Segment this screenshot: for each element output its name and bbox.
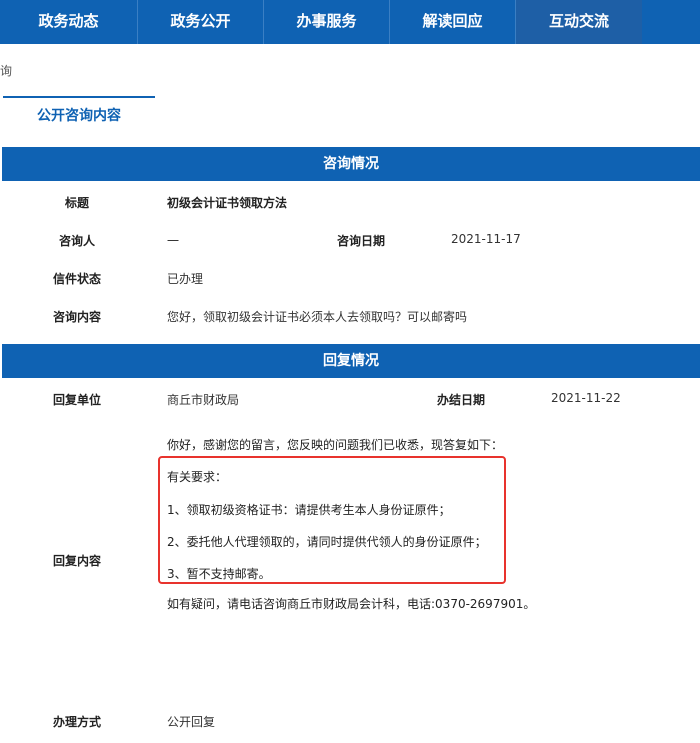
- reply-item-3: 3、暂不支持邮寄。: [167, 567, 271, 581]
- reply-item-2: 2、委托他人代理领取的，请同时提供代领人的身份证原件；: [167, 535, 487, 549]
- nav-item-disclosure[interactable]: 政务公开: [138, 0, 264, 44]
- done-date-value: 2021-11-22: [551, 391, 621, 405]
- status-value: 已办理: [167, 272, 204, 286]
- consultant-label: 咨询人: [59, 234, 96, 248]
- consult-date-value: 2021-11-17: [451, 232, 521, 246]
- nav-item-interaction[interactable]: 互动交流: [516, 0, 642, 44]
- reply-unit-value: 商丘市财政局: [167, 393, 240, 407]
- reply-greeting: 你好，感谢您的留言，您反映的问题我们已收悉，现答复如下：: [167, 438, 504, 452]
- done-date-label: 办结日期: [437, 393, 486, 407]
- breadcrumb[interactable]: 询: [0, 62, 12, 79]
- method-label: 办理方式: [53, 715, 102, 729]
- title-value: 初级会计证书领取方法: [167, 196, 288, 210]
- consultant-value: 一: [167, 234, 180, 248]
- consult-content-label: 咨询内容: [53, 310, 102, 324]
- reply-item-1: 1、领取初级资格证书：请提供考生本人身份证原件；: [167, 503, 451, 517]
- reply-unit-label: 回复单位: [53, 393, 102, 407]
- reply-contact: 如有疑问，请电话咨询商丘市财政局会计科，电话:0370-2697901。: [167, 597, 536, 611]
- method-value: 公开回复: [167, 715, 216, 729]
- title-label: 标题: [65, 196, 90, 210]
- consult-section-header: 咨询情况: [2, 147, 700, 181]
- nav-item-services[interactable]: 办事服务: [264, 0, 390, 44]
- consult-date-label: 咨询日期: [337, 234, 386, 248]
- reply-requirements-heading: 有关要求：: [167, 470, 228, 484]
- reply-content-label: 回复内容: [53, 554, 102, 568]
- consult-content-value: 您好，领取初级会计证书必须本人去领取吗？可以邮寄吗: [167, 310, 468, 324]
- nav-item-interpretation[interactable]: 解读回应: [390, 0, 516, 44]
- reply-section-header: 回复情况: [2, 344, 700, 378]
- tab-public-consultation[interactable]: 公开咨询内容: [3, 96, 155, 134]
- top-nav: 政务动态 政务公开 办事服务 解读回应 互动交流: [0, 0, 700, 44]
- nav-item-news[interactable]: 政务动态: [0, 0, 138, 44]
- status-label: 信件状态: [53, 272, 102, 286]
